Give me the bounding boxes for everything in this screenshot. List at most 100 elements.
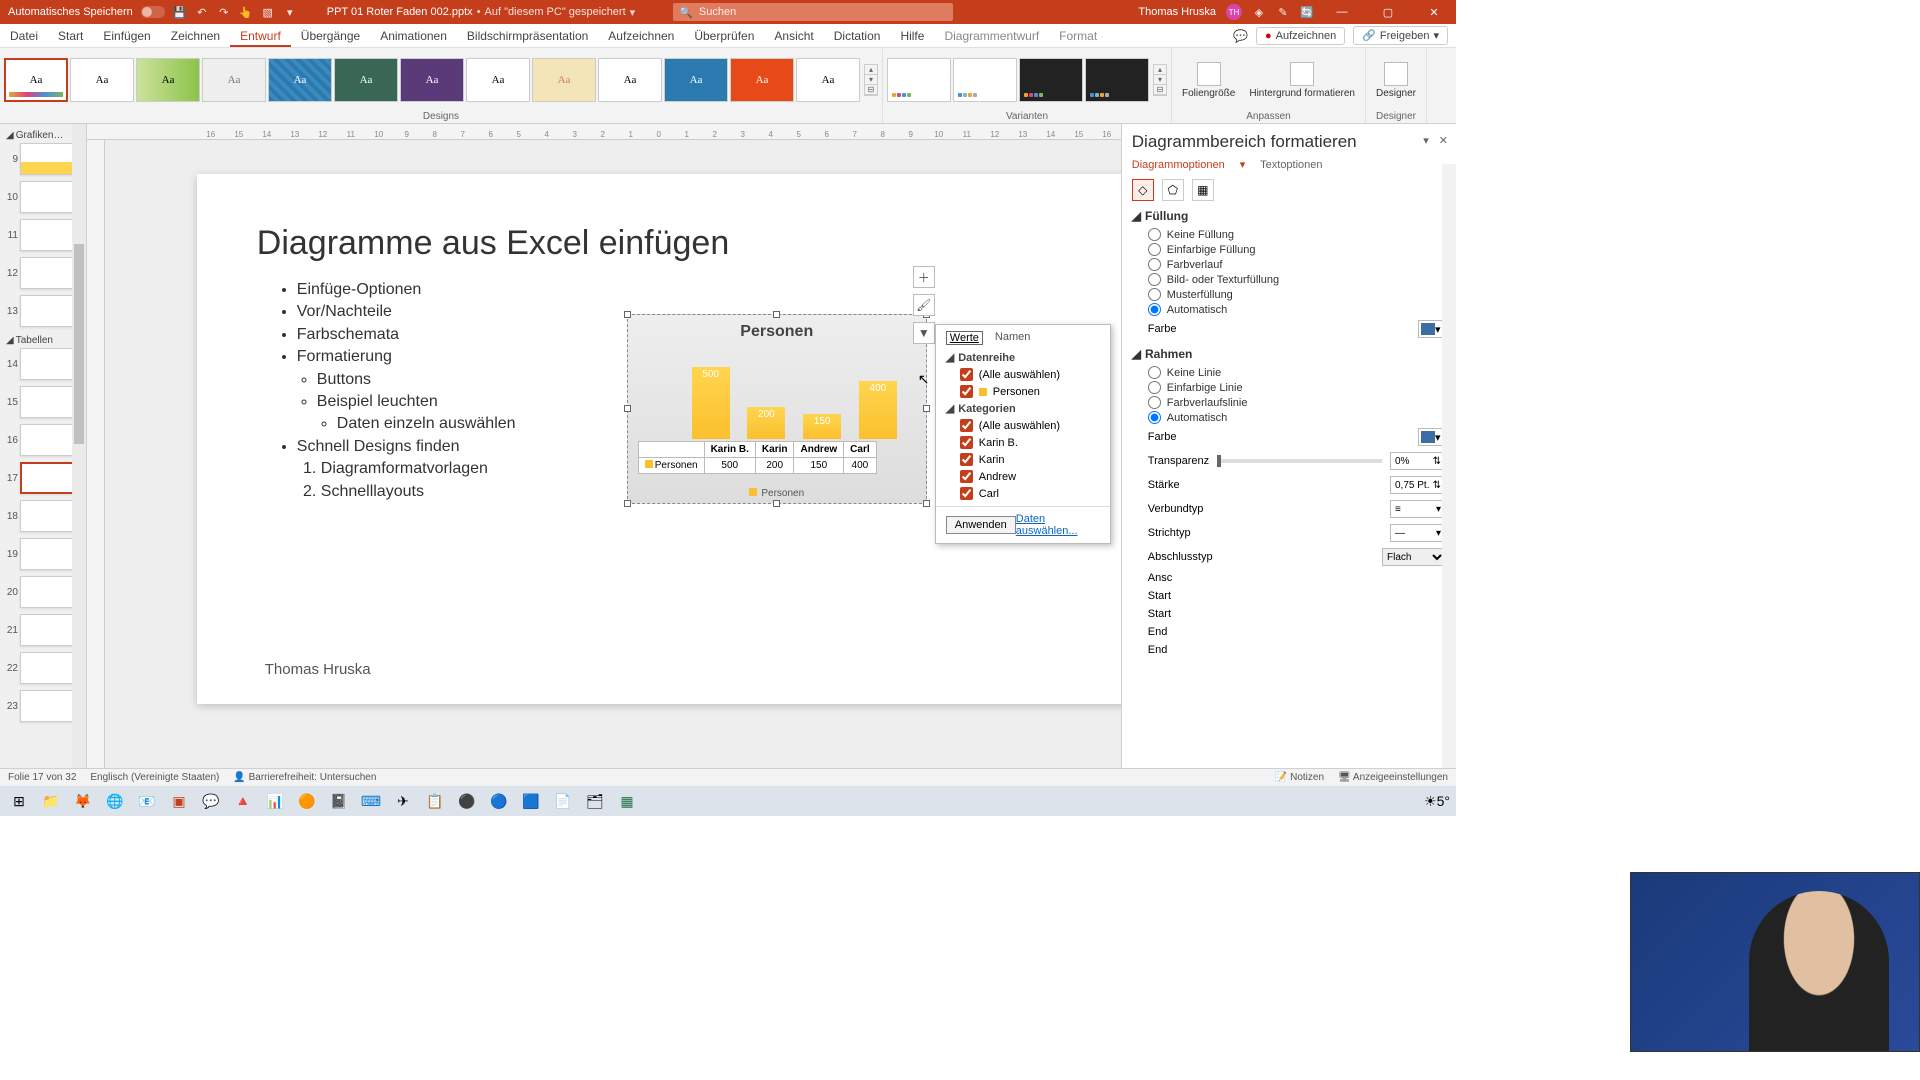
cat-carl[interactable] bbox=[960, 487, 973, 500]
weather-widget[interactable]: ☀ 5° bbox=[1422, 788, 1452, 814]
tab-animationen[interactable]: Animationen bbox=[370, 25, 457, 47]
line-none[interactable] bbox=[1148, 366, 1161, 379]
app-icon[interactable]: 💬 bbox=[196, 788, 226, 814]
theme-thumb-7[interactable]: Aa bbox=[400, 58, 464, 102]
app-icon-2[interactable]: 📊 bbox=[260, 788, 290, 814]
effects-icon[interactable]: ⬠ bbox=[1162, 179, 1184, 201]
chart-styles-button[interactable]: 🖌 bbox=[913, 294, 935, 316]
thumb-20[interactable] bbox=[20, 576, 76, 608]
themes-gallery-more[interactable]: ▴▾⊟ bbox=[864, 64, 878, 96]
slide-body[interactable]: Einfüge-Optionen Vor/Nachteile Farbschem… bbox=[277, 279, 516, 503]
bar-3[interactable]: 150 bbox=[803, 414, 841, 439]
tab-einfuegen[interactable]: Einfügen bbox=[93, 25, 160, 47]
thumb-14[interactable] bbox=[20, 348, 76, 380]
app-icon-7[interactable]: 📄 bbox=[548, 788, 578, 814]
cap-type[interactable]: Flach bbox=[1382, 548, 1446, 566]
theme-thumb-3[interactable]: Aa bbox=[136, 58, 200, 102]
chart-data-table[interactable]: Karin B. Karin Andrew Carl Personen 500 … bbox=[638, 441, 877, 474]
variant-2[interactable] bbox=[953, 58, 1017, 102]
sync-icon[interactable]: 🔄 bbox=[1300, 5, 1314, 19]
filter-tab-names[interactable]: Namen bbox=[995, 331, 1030, 345]
share-button[interactable]: 🔗Freigeben▾ bbox=[1353, 26, 1448, 45]
pane-options-icon[interactable]: ▾ bbox=[1423, 134, 1429, 147]
variants-gallery-more[interactable]: ▴▾⊟ bbox=[1153, 64, 1167, 96]
apply-button[interactable]: Anwenden bbox=[946, 516, 1016, 534]
variant-1[interactable] bbox=[887, 58, 951, 102]
line-auto[interactable] bbox=[1148, 411, 1161, 424]
thumb-21[interactable] bbox=[20, 614, 76, 646]
theme-thumb-5[interactable]: Aa bbox=[268, 58, 332, 102]
display-settings[interactable]: 🖥 Anzeigeeinstellungen bbox=[1338, 772, 1448, 783]
fill-line-icon[interactable]: ◇ bbox=[1132, 179, 1154, 201]
compound-type[interactable]: ≡▾ bbox=[1390, 500, 1446, 518]
chart-legend[interactable]: Personen bbox=[628, 488, 926, 499]
theme-thumb-8[interactable]: Aa bbox=[466, 58, 530, 102]
outlook-icon[interactable]: 📧 bbox=[132, 788, 162, 814]
fill-gradient[interactable] bbox=[1148, 258, 1161, 271]
theme-thumb-1[interactable]: Aa bbox=[4, 58, 68, 102]
chrome-icon[interactable]: 🌐 bbox=[100, 788, 130, 814]
undo-icon[interactable]: ↶ bbox=[195, 5, 209, 19]
thumb-10[interactable] bbox=[20, 181, 76, 213]
app-icon-5[interactable]: 🔵 bbox=[484, 788, 514, 814]
bar-4[interactable]: 400 bbox=[859, 381, 897, 439]
dash-type[interactable]: —▾ bbox=[1390, 524, 1446, 542]
maximize-button[interactable]: ▢ bbox=[1370, 0, 1406, 24]
series-personen[interactable] bbox=[960, 385, 973, 398]
theme-thumb-10[interactable]: Aa bbox=[598, 58, 662, 102]
diamond-icon[interactable]: ◈ bbox=[1252, 5, 1266, 19]
user-avatar[interactable]: TH bbox=[1226, 4, 1242, 20]
app-icon-8[interactable]: 🗂 bbox=[580, 788, 610, 814]
cat-karin[interactable] bbox=[960, 453, 973, 466]
theme-thumb-2[interactable]: Aa bbox=[70, 58, 134, 102]
thumb-18[interactable] bbox=[20, 500, 76, 532]
transparency-input[interactable]: 0%⇅ bbox=[1390, 452, 1446, 470]
slide-size-button[interactable]: Foliengröße bbox=[1176, 58, 1241, 103]
obs-icon[interactable]: ⚫ bbox=[452, 788, 482, 814]
fill-auto[interactable] bbox=[1148, 303, 1161, 316]
vscode-icon[interactable]: ⌨ bbox=[356, 788, 386, 814]
cat-andrew[interactable] bbox=[960, 470, 973, 483]
chart-filters-button[interactable]: ▼↖ bbox=[913, 322, 935, 344]
tab-ueberpruefen[interactable]: Überprüfen bbox=[684, 25, 764, 47]
autosave-toggle[interactable] bbox=[141, 6, 165, 18]
app-icon-3[interactable]: 🟠 bbox=[292, 788, 322, 814]
save-icon[interactable]: 💾 bbox=[173, 5, 187, 19]
app-icon-4[interactable]: 📋 bbox=[420, 788, 450, 814]
pen-icon[interactable]: ✎ bbox=[1276, 5, 1290, 19]
close-button[interactable]: ✕ bbox=[1416, 0, 1452, 24]
variant-4[interactable] bbox=[1085, 58, 1149, 102]
series-section[interactable]: ◢ Datenreihe bbox=[936, 349, 1110, 366]
select-data-link[interactable]: Daten auswählen... bbox=[1016, 513, 1100, 537]
tab-diagrammentwurf[interactable]: Diagrammentwurf bbox=[934, 25, 1049, 47]
onenote-icon[interactable]: 📓 bbox=[324, 788, 354, 814]
redo-icon[interactable]: ↷ bbox=[217, 5, 231, 19]
theme-thumb-9[interactable]: Aa bbox=[532, 58, 596, 102]
accessibility-check[interactable]: 👤 Barrierefreiheit: Untersuchen bbox=[233, 772, 376, 783]
touch-mode-icon[interactable]: 👆 bbox=[239, 5, 253, 19]
tab-zeichnen[interactable]: Zeichnen bbox=[161, 25, 230, 47]
theme-thumb-6[interactable]: Aa bbox=[334, 58, 398, 102]
thumb-19[interactable] bbox=[20, 538, 76, 570]
start-button[interactable]: ⊞ bbox=[4, 788, 34, 814]
fill-section[interactable]: ◢ Füllung bbox=[1132, 209, 1446, 223]
pane-scrollbar[interactable] bbox=[1442, 164, 1456, 768]
fill-none[interactable] bbox=[1148, 228, 1161, 241]
app-icon-6[interactable]: 🟦 bbox=[516, 788, 546, 814]
tab-aufzeichnen[interactable]: Aufzeichnen bbox=[598, 25, 684, 47]
thumb-12[interactable] bbox=[20, 257, 76, 289]
theme-thumb-11[interactable]: Aa bbox=[664, 58, 728, 102]
theme-thumb-12[interactable]: Aa bbox=[730, 58, 794, 102]
bar-1[interactable]: 500 bbox=[692, 367, 730, 439]
size-props-icon[interactable]: ▦ bbox=[1192, 179, 1214, 201]
bar-2[interactable]: 200 bbox=[747, 407, 785, 439]
comments-icon[interactable]: 💬 bbox=[1225, 29, 1256, 43]
cat-select-all[interactable] bbox=[960, 419, 973, 432]
search-box[interactable]: 🔍 Suchen bbox=[673, 3, 953, 21]
embedded-chart[interactable]: Personen 500 200 150 400 Karin B. Karin … bbox=[627, 314, 927, 504]
slide-title[interactable]: Diagramme aus Excel einfügen bbox=[257, 224, 729, 263]
record-button[interactable]: ●Aufzeichnen bbox=[1256, 27, 1345, 45]
categories-section[interactable]: ◢ Kategorien bbox=[936, 400, 1110, 417]
line-gradient[interactable] bbox=[1148, 396, 1161, 409]
pane-close-icon[interactable]: ✕ bbox=[1439, 134, 1448, 147]
